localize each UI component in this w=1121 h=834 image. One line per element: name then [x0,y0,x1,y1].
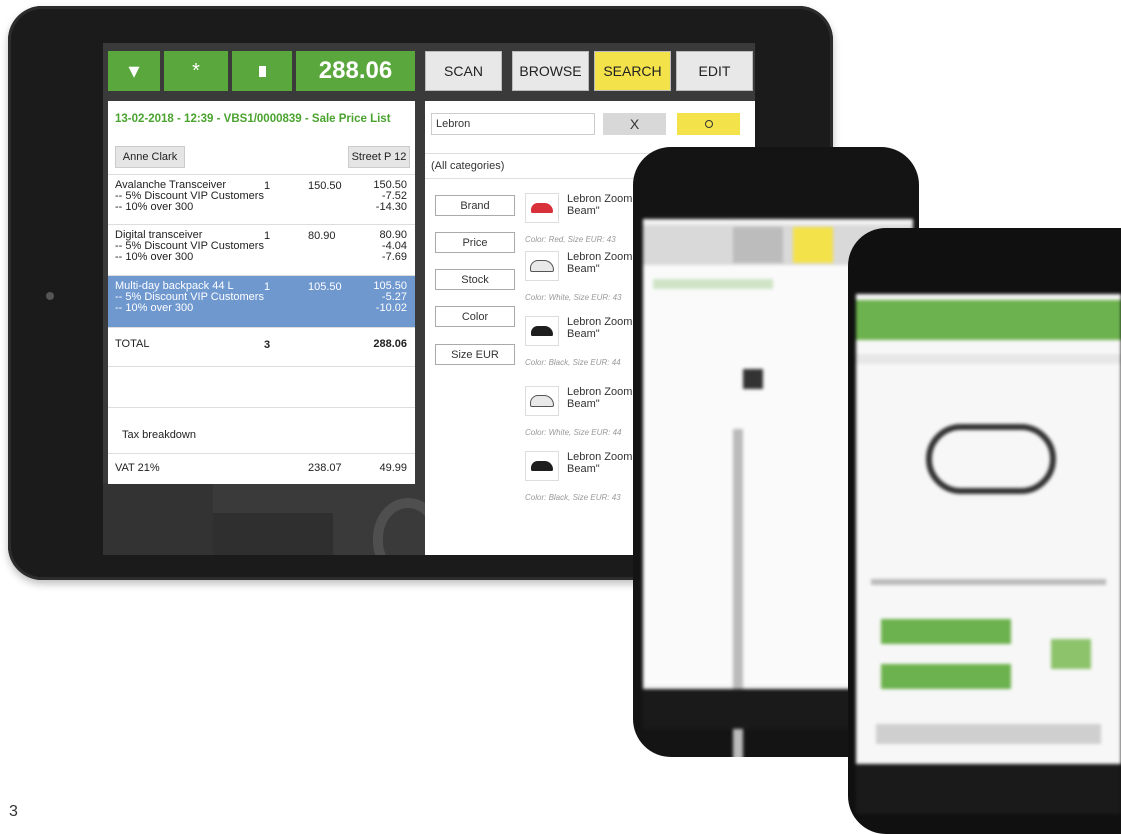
tax-base: 238.07 [308,462,342,474]
phone-device-front [848,228,1121,834]
product-thumbnail [525,251,559,281]
chevron-down-icon: ▾ [128,58,140,83]
favorite-button[interactable]: * [164,51,228,91]
search-button[interactable] [677,113,740,135]
total-button[interactable]: 288.06 [296,51,415,91]
line-price: 150.50 [308,180,342,192]
clear-search-button[interactable]: X [603,113,666,135]
customer-button[interactable]: Anne Clark [115,146,185,168]
close-icon: X [629,116,640,132]
phone-screen-blurred [856,294,1121,814]
line-qty: 1 [264,180,271,192]
search-icon [704,120,713,128]
receipt-line[interactable]: Avalanche Transceiver -- 5% Discount VIP… [108,174,415,224]
tab-scan[interactable]: SCAN [425,51,502,91]
line-price: 105.50 [308,281,342,293]
shoe-image [530,260,554,272]
receipt-line[interactable]: Digital transceiver -- 5% Discount VIP C… [108,224,415,274]
product-meta: Color: Black, Size EUR: 43 [525,493,621,502]
total-label: TOTAL [115,338,150,350]
tablet-camera [46,292,54,300]
shoe-image [531,203,553,213]
tab-search[interactable]: SEARCH [594,51,671,91]
tax-amount: 49.99 [379,462,407,474]
delete-button[interactable] [232,51,292,91]
receipt-panel: 13-02-2018 - 12:39 - VBS1/0000839 - Sale… [108,101,415,484]
product-thumbnail [525,193,559,223]
receipt-header: 13-02-2018 - 12:39 - VBS1/0000839 - Sale… [115,113,391,125]
line-qty: 1 [264,230,271,242]
receipt-line-selected[interactable]: Multi-day backpack 44 L -- 5% Discount V… [108,275,415,327]
filter-price-button[interactable]: Price [435,232,515,253]
product-meta: Color: White, Size EUR: 43 [525,293,622,302]
tab-browse[interactable]: BROWSE [512,51,589,91]
shoe-image [531,326,553,336]
tax-label: VAT 21% [115,462,160,474]
search-input[interactable] [431,113,595,135]
total-row: TOTAL 3 288.06 [108,327,415,367]
filter-size-button[interactable]: Size EUR [435,344,515,365]
product-meta: Color: Red, Size EUR: 43 [525,235,616,244]
shoe-image [530,395,554,407]
product-thumbnail [525,451,559,481]
product-meta: Color: White, Size EUR: 44 [525,428,622,437]
page-number: 3 [9,803,18,820]
tab-edit[interactable]: EDIT [676,51,753,91]
product-thumbnail [525,316,559,346]
menu-dropdown-button[interactable]: ▾ [108,51,160,91]
location-button[interactable]: Street P 12 [348,146,410,168]
filter-color-button[interactable]: Color [435,306,515,327]
star-icon: * [192,59,200,82]
product-meta: Color: Black, Size EUR: 44 [525,358,621,367]
shoe-image [531,461,553,471]
tax-breakdown-title: Tax breakdown [122,429,196,441]
trash-icon [258,65,266,77]
filter-brand-button[interactable]: Brand [435,195,515,216]
total-qty: 3 [264,339,271,351]
line-qty: 1 [264,281,271,293]
line-price: 80.90 [308,230,336,242]
total-amount: 288.06 [318,57,393,84]
total-amount-value: 288.06 [373,338,407,350]
product-thumbnail [525,386,559,416]
filter-stock-button[interactable]: Stock [435,269,515,290]
